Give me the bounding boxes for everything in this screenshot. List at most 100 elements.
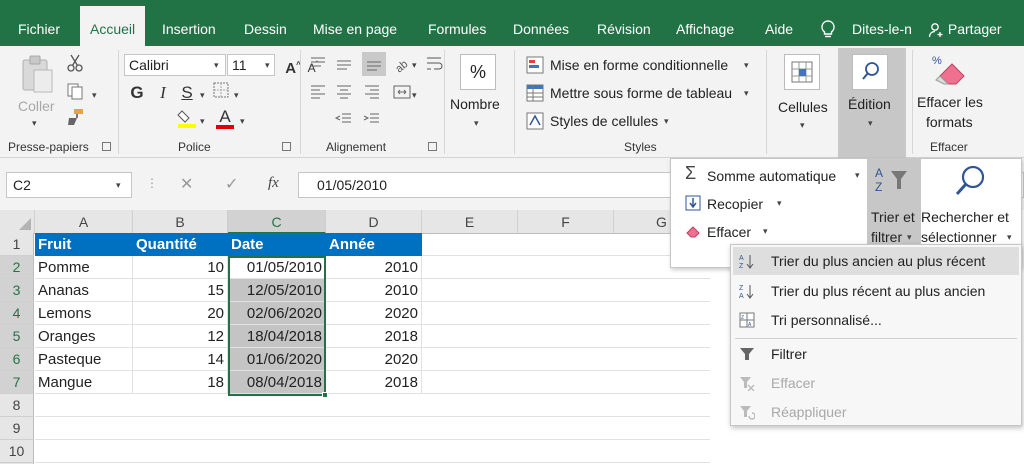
align-right-icon[interactable] xyxy=(362,82,382,102)
sort-oldest-to-newest[interactable]: AZ Trier du plus ancien au plus récent xyxy=(733,247,1019,275)
align-center-icon[interactable] xyxy=(334,82,354,102)
editing-button[interactable]: Édition ▾ xyxy=(838,48,906,158)
table-cell[interactable]: 2010 xyxy=(326,256,422,279)
clipboard-launcher-icon[interactable] xyxy=(102,142,111,151)
clear-filter-item[interactable]: Effacer xyxy=(733,369,1019,397)
table-cell[interactable]: Lemons xyxy=(35,302,133,325)
fill-button[interactable]: Recopier ▾ xyxy=(679,193,799,215)
selected-cell[interactable]: 01/06/2020 xyxy=(228,348,326,371)
active-cell[interactable]: 01/05/2010 xyxy=(228,256,326,279)
table-cell[interactable]: 2018 xyxy=(326,371,422,394)
enter-icon[interactable]: ✓ xyxy=(225,174,238,194)
cancel-icon[interactable]: ✕ xyxy=(180,174,193,194)
align-top-icon[interactable] xyxy=(308,54,328,74)
row-header[interactable]: 9 xyxy=(0,417,34,440)
number-format-button[interactable]: % Nombre ▾ xyxy=(448,50,510,136)
font-name-dropdown-icon[interactable]: ▾ xyxy=(214,60,219,71)
table-header-cell[interactable]: Date xyxy=(228,233,326,256)
tab-mise-en-page[interactable]: Mise en page xyxy=(313,0,397,46)
font-size-dropdown-icon[interactable]: ▾ xyxy=(265,60,270,71)
lightbulb-icon[interactable] xyxy=(820,0,836,46)
selected-cell[interactable]: 12/05/2010 xyxy=(228,279,326,302)
tab-insertion[interactable]: Insertion xyxy=(162,0,216,46)
row-header[interactable]: 7 xyxy=(0,371,34,394)
table-header-cell[interactable]: Fruit xyxy=(35,233,133,256)
table-cell[interactable]: 10 xyxy=(133,256,228,279)
table-cell[interactable]: Pomme xyxy=(35,256,133,279)
tab-revision[interactable]: Révision xyxy=(597,0,651,46)
align-middle-icon[interactable] xyxy=(334,54,354,74)
font-color-dropdown-icon[interactable]: ▾ xyxy=(240,116,245,127)
decrease-indent-icon[interactable] xyxy=(334,110,354,130)
row-header[interactable]: 1 xyxy=(0,233,34,256)
tab-formules[interactable]: Formules xyxy=(428,0,486,46)
name-box[interactable]: C2 xyxy=(6,172,132,198)
name-box-dropdown-icon[interactable]: ▾ xyxy=(116,180,121,191)
fill-color-icon[interactable] xyxy=(176,108,198,130)
align-bottom-icon[interactable] xyxy=(362,52,386,76)
empty-grid-area[interactable] xyxy=(422,233,710,394)
row-header[interactable]: 3 xyxy=(0,279,34,302)
table-cell[interactable]: 20 xyxy=(133,302,228,325)
column-header[interactable]: E xyxy=(422,210,518,234)
row-header[interactable]: 10 xyxy=(0,440,34,463)
table-cell[interactable]: 2018 xyxy=(326,325,422,348)
font-launcher-icon[interactable] xyxy=(282,142,291,151)
fill-color-dropdown-icon[interactable]: ▾ xyxy=(200,116,205,127)
row-header[interactable]: 2 xyxy=(0,256,34,279)
filter-item[interactable]: Filtrer xyxy=(733,340,1019,368)
underline-dropdown-icon[interactable]: ▾ xyxy=(200,90,205,101)
table-header-cell[interactable]: Année xyxy=(326,233,422,256)
borders-icon[interactable] xyxy=(210,82,232,104)
table-cell[interactable]: 14 xyxy=(133,348,228,371)
italic-button[interactable]: I xyxy=(152,82,174,104)
table-cell[interactable]: 15 xyxy=(133,279,228,302)
increase-indent-icon[interactable] xyxy=(362,110,382,130)
copy-dropdown-icon[interactable]: ▾ xyxy=(92,90,97,101)
select-all-corner[interactable] xyxy=(0,210,35,234)
underline-button[interactable]: S xyxy=(176,82,198,104)
paste-button[interactable]: Coller ▾ xyxy=(10,52,62,132)
cell-styles-button[interactable]: Styles de cellules ▾ xyxy=(526,110,756,132)
table-cell[interactable]: 18 xyxy=(133,371,228,394)
table-cell[interactable]: 2020 xyxy=(326,348,422,371)
tab-dessin[interactable]: Dessin xyxy=(244,0,287,46)
clear-formats-button[interactable]: % Effacer les formats xyxy=(914,50,992,136)
orientation-dropdown-icon[interactable]: ▾ xyxy=(412,60,417,71)
tab-donnees[interactable]: Données xyxy=(513,0,569,46)
tab-aide[interactable]: Aide xyxy=(765,0,793,46)
tab-affichage[interactable]: Affichage xyxy=(676,0,734,46)
selected-cell[interactable]: 08/04/2018 xyxy=(228,371,326,394)
align-left-icon[interactable] xyxy=(308,82,328,102)
table-cell[interactable]: 2010 xyxy=(326,279,422,302)
column-header[interactable]: F xyxy=(518,210,614,234)
table-cell[interactable]: Mangue xyxy=(35,371,133,394)
tell-me-search[interactable]: Dites-le-n xyxy=(852,0,912,46)
empty-grid-area[interactable] xyxy=(35,394,710,464)
autosum-button[interactable]: Σ Somme automatique ▾ xyxy=(679,163,865,187)
row-header[interactable]: 5 xyxy=(0,325,34,348)
format-painter-icon[interactable] xyxy=(64,108,86,130)
insert-function-icon[interactable]: fx xyxy=(268,175,279,192)
font-name-combo[interactable]: Calibri xyxy=(124,54,226,76)
table-cell[interactable]: Oranges xyxy=(35,325,133,348)
table-cell[interactable]: 12 xyxy=(133,325,228,348)
share-button[interactable]: Partager xyxy=(928,0,1002,46)
alignment-launcher-icon[interactable] xyxy=(428,142,437,151)
row-header[interactable]: 6 xyxy=(0,348,34,371)
format-as-table-button[interactable]: Mettre sous forme de tableau ▾ xyxy=(526,82,756,104)
sort-newest-to-oldest[interactable]: ZA Trier du plus récent au plus ancien xyxy=(733,277,1019,305)
column-header[interactable]: A xyxy=(35,210,133,234)
row-header[interactable]: 4 xyxy=(0,302,34,325)
wrap-text-icon[interactable] xyxy=(424,54,444,74)
custom-sort[interactable]: ZA Tri personnalisé... xyxy=(733,306,1019,334)
conditional-formatting-button[interactable]: Mise en forme conditionnelle ▾ xyxy=(526,54,756,76)
row-header[interactable]: 8 xyxy=(0,394,34,417)
column-header[interactable]: C xyxy=(228,210,326,234)
merge-dropdown-icon[interactable]: ▾ xyxy=(412,90,417,101)
cut-icon[interactable] xyxy=(64,54,86,76)
table-header-cell[interactable]: Quantité xyxy=(133,233,228,256)
table-cell[interactable]: Ananas xyxy=(35,279,133,302)
selected-cell[interactable]: 02/06/2020 xyxy=(228,302,326,325)
column-header[interactable]: D xyxy=(326,210,422,234)
